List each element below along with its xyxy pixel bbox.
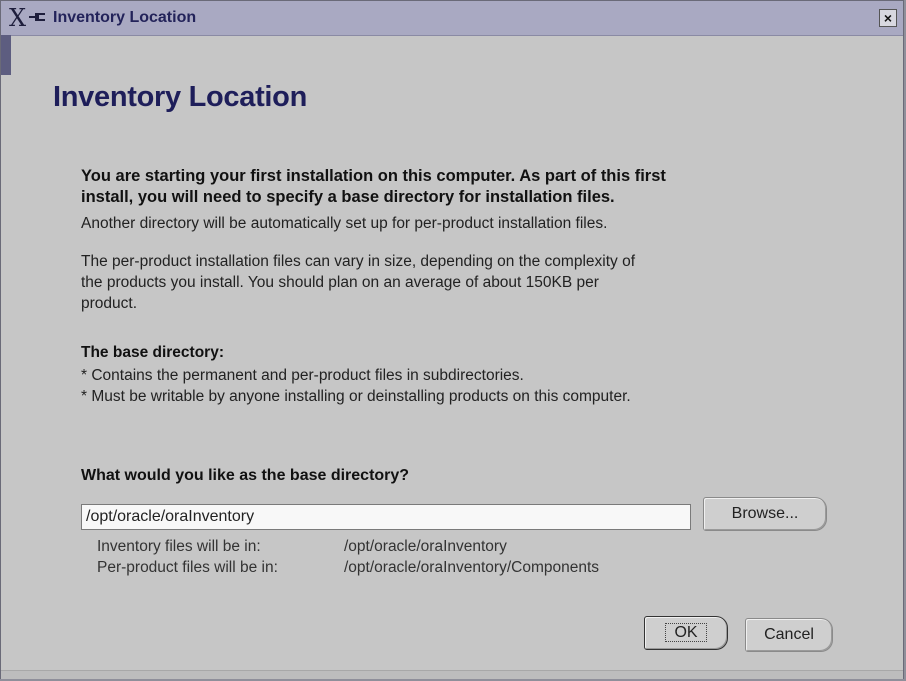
title-bar[interactable]: X Inventory Location × xyxy=(1,1,903,36)
size-text: The per-product installation files can v… xyxy=(81,251,811,314)
bullet-item: * Must be writable by anyone installing … xyxy=(81,388,631,405)
size-line-3: product. xyxy=(81,295,138,312)
window-title: Inventory Location xyxy=(53,9,197,26)
window-edge-decoration xyxy=(1,35,11,75)
x-window-icon: X xyxy=(9,4,27,32)
auto-dir-text: Another directory will be automatically … xyxy=(81,215,608,232)
base-directory-bullets: * Contains the permanent and per-product… xyxy=(81,365,811,407)
browse-button[interactable]: Browse... xyxy=(703,497,827,531)
page-title: Inventory Location xyxy=(53,81,308,113)
cancel-button[interactable]: Cancel xyxy=(745,618,833,652)
per-product-files-label: Per-product files will be in: xyxy=(97,559,278,576)
ok-button[interactable]: OK xyxy=(644,616,728,650)
intro-line-2: install, you will need to specify a base… xyxy=(81,188,615,206)
base-directory-question: What would you like as the base director… xyxy=(81,467,410,484)
ok-button-label: OK xyxy=(665,623,707,642)
intro-line-1: You are starting your first installation… xyxy=(81,167,666,185)
size-line-2: the products you install. You should pla… xyxy=(81,274,599,291)
pin-icon[interactable] xyxy=(29,12,45,22)
window-bottom-border xyxy=(1,670,903,679)
base-directory-heading: The base directory: xyxy=(81,344,224,361)
size-line-1: The per-product installation files can v… xyxy=(81,253,635,270)
inventory-files-label: Inventory files will be in: xyxy=(97,538,261,555)
intro-text: You are starting your first installation… xyxy=(81,166,811,208)
bullet-item: * Contains the permanent and per-product… xyxy=(81,367,524,384)
per-product-files-path: /opt/oracle/oraInventory/Components xyxy=(344,559,600,576)
base-directory-input[interactable] xyxy=(81,504,691,530)
close-button[interactable]: × xyxy=(879,9,897,27)
inventory-location-dialog: X Inventory Location × Inventory Locatio… xyxy=(0,0,904,679)
inventory-files-path: /opt/oracle/oraInventory xyxy=(344,538,507,555)
